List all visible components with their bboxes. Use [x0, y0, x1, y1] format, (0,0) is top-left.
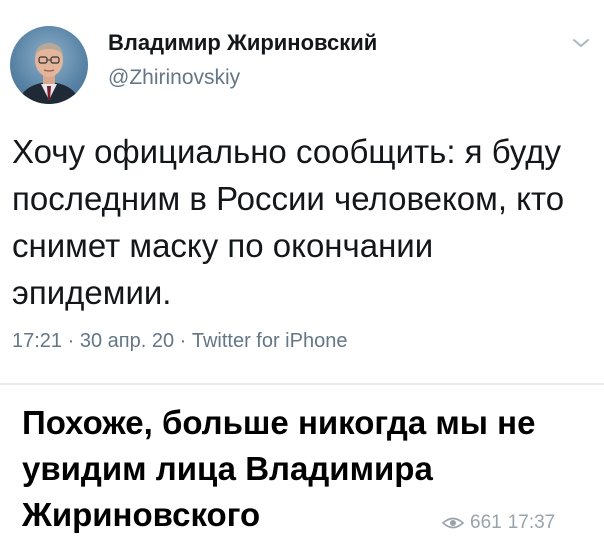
post-time: 17:37: [507, 512, 556, 533]
tweet-card: Владимир Жириновский @Zhirinovskiy Хочу …: [0, 0, 604, 386]
author-avatar[interactable]: [10, 26, 88, 104]
author-handle[interactable]: @Zhirinovskiy: [108, 66, 240, 90]
views-count: 661: [470, 512, 502, 533]
chevron-down-icon[interactable]: [570, 36, 592, 50]
tweet-text: Хочу официально сообщить: я буду последн…: [12, 133, 565, 311]
divider: [0, 383, 604, 385]
avatar-photo-icon: [18, 43, 80, 104]
author-name[interactable]: Владимир Жириновский: [108, 30, 377, 56]
eye-icon: [442, 517, 464, 529]
post-stats: 661 17:37: [442, 512, 555, 534]
tweet-meta: 17:21 · 30 апр. 20 · Twitter for iPhone: [12, 330, 348, 352]
